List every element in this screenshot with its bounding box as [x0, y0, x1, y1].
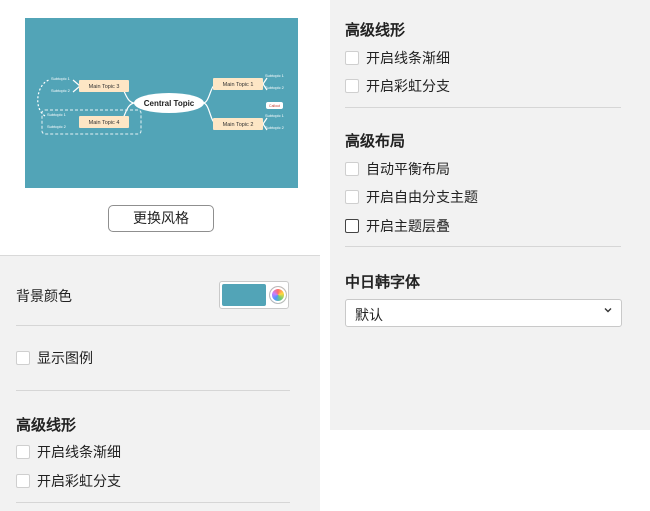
topic-overlap-label: 开启主题层叠: [366, 219, 450, 235]
divider: [345, 246, 621, 247]
taper-lines-checkbox[interactable]: [345, 51, 359, 65]
subtopic-text: Subtopic 2: [51, 88, 71, 93]
subtopic-text: Subtopic 1: [51, 76, 71, 81]
show-legend-label: 显示图例: [37, 351, 93, 367]
rainbow-branch-checkbox[interactable]: [16, 474, 30, 488]
auto-balance-label: 自动平衡布局: [366, 162, 450, 178]
rainbow-branch-row[interactable]: 开启彩虹分支: [345, 76, 450, 96]
background-color-picker[interactable]: [219, 281, 289, 309]
auto-balance-row[interactable]: 自动平衡布局: [345, 159, 450, 179]
chevron-down-icon: [604, 308, 612, 313]
main-topic-2-text: Main Topic 2: [223, 122, 254, 128]
topic-overlap-checkbox[interactable]: [345, 219, 359, 233]
cjk-font-select-value: 默认: [355, 308, 383, 324]
color-wheel-icon[interactable]: [269, 286, 287, 304]
show-legend-row[interactable]: 显示图例: [16, 348, 93, 368]
free-branch-topic-row[interactable]: 开启自由分支主题: [345, 187, 478, 207]
subtopic-text: Subtopic 2: [47, 124, 67, 129]
subtopic-text: Subtopic 1: [265, 113, 285, 118]
cjk-font-title: 中日韩字体: [345, 273, 421, 291]
taper-lines-label: 开启线条渐细: [366, 51, 450, 67]
free-branch-topic-checkbox[interactable]: [345, 190, 359, 204]
divider: [16, 502, 290, 503]
callout-text: Callout: [269, 104, 280, 108]
show-legend-checkbox[interactable]: [16, 351, 30, 365]
color-swatch-fill: [222, 284, 266, 306]
auto-balance-checkbox[interactable]: [345, 162, 359, 176]
advanced-layout-title: 高级布局: [345, 132, 406, 150]
mindmap-preview: Central Topic Main Topic 3 Main Topic 4 …: [37, 73, 285, 135]
subtopic-text: Subtopic 1: [265, 73, 285, 78]
main-topic-4-text: Main Topic 4: [89, 120, 120, 126]
divider: [16, 390, 290, 391]
change-style-button[interactable]: 更换风格: [108, 205, 214, 232]
taper-lines-checkbox[interactable]: [16, 445, 30, 459]
rainbow-branch-label: 开启彩虹分支: [366, 79, 450, 95]
taper-lines-label: 开启线条渐细: [37, 445, 121, 461]
theme-preview[interactable]: Central Topic Main Topic 3 Main Topic 4 …: [25, 18, 298, 188]
subtopic-text: Subtopic 2: [265, 125, 285, 130]
rainbow-branch-label: 开启彩虹分支: [37, 474, 121, 490]
advanced-lines-title: 高级线形: [345, 21, 406, 39]
main-topic-3-text: Main Topic 3: [89, 84, 120, 90]
subtopic-text: Subtopic 2: [265, 85, 285, 90]
cjk-font-select[interactable]: 默认: [345, 299, 622, 327]
background-color-label: 背景颜色: [16, 289, 72, 305]
taper-lines-row[interactable]: 开启线条渐细: [345, 48, 450, 68]
taper-lines-row[interactable]: 开启线条渐细: [16, 442, 121, 462]
central-topic-text: Central Topic: [144, 99, 195, 108]
topic-overlap-row[interactable]: 开启主题层叠: [345, 216, 450, 236]
advanced-lines-title: 高级线形: [16, 416, 77, 434]
free-branch-topic-label: 开启自由分支主题: [366, 190, 478, 206]
divider: [345, 107, 621, 108]
subtopic-text: Subtopic 1: [47, 112, 67, 117]
divider: [16, 325, 290, 326]
rainbow-branch-checkbox[interactable]: [345, 79, 359, 93]
rainbow-branch-row[interactable]: 开启彩虹分支: [16, 471, 121, 491]
main-topic-1-text: Main Topic 1: [223, 82, 254, 88]
